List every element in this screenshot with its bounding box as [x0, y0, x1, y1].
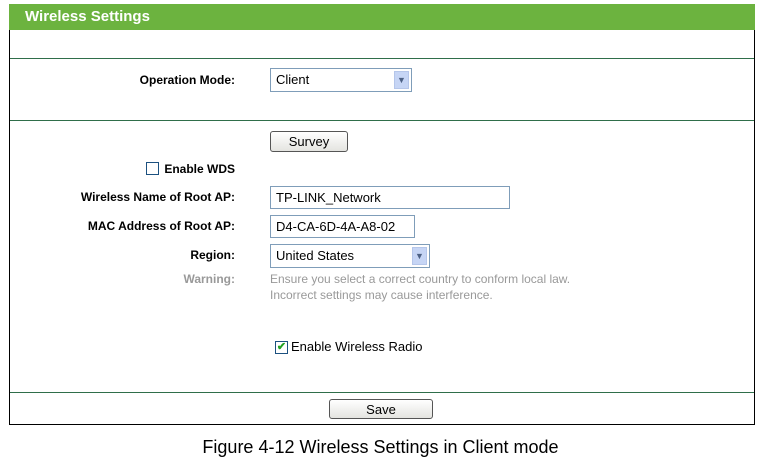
enable-radio-checkbox[interactable]: ✔ — [275, 341, 288, 354]
warning-label: Warning: — [183, 272, 235, 286]
enable-radio-label: Enable Wireless Radio — [291, 339, 423, 354]
region-label: Region: — [190, 248, 235, 262]
root-ap-mac-label: MAC Address of Root AP: — [87, 219, 235, 233]
enable-wds-checkbox[interactable] — [146, 162, 159, 175]
survey-button[interactable]: Survey — [270, 131, 348, 152]
warning-text-1: Ensure you select a correct country to c… — [270, 272, 571, 286]
operation-mode-value: Client — [276, 72, 310, 87]
save-button[interactable]: Save — [329, 399, 433, 419]
chevron-down-icon: ▼ — [394, 71, 409, 89]
region-value: United States — [276, 248, 355, 263]
warning-text-2: Incorrect settings may cause interferenc… — [270, 288, 493, 302]
region-select[interactable]: United States ▼ — [270, 244, 430, 268]
divider — [10, 58, 754, 59]
divider — [10, 120, 754, 121]
root-ap-name-input[interactable]: TP-LINK_Network — [270, 186, 510, 209]
enable-wds-label: Enable WDS — [164, 162, 235, 176]
checkmark-icon: ✔ — [276, 341, 287, 353]
root-ap-name-label: Wireless Name of Root AP: — [80, 190, 235, 204]
panel-title: Wireless Settings — [9, 4, 755, 30]
divider — [10, 392, 754, 393]
figure-caption: Figure 4-12 Wireless Settings in Client … — [202, 437, 559, 457]
chevron-down-icon: ▼ — [412, 247, 427, 265]
operation-mode-select[interactable]: Client ▼ — [270, 68, 412, 92]
root-ap-mac-input[interactable]: D4-CA-6D-4A-A8-02 — [270, 215, 415, 238]
operation-mode-label: Operation Mode: — [139, 73, 235, 87]
